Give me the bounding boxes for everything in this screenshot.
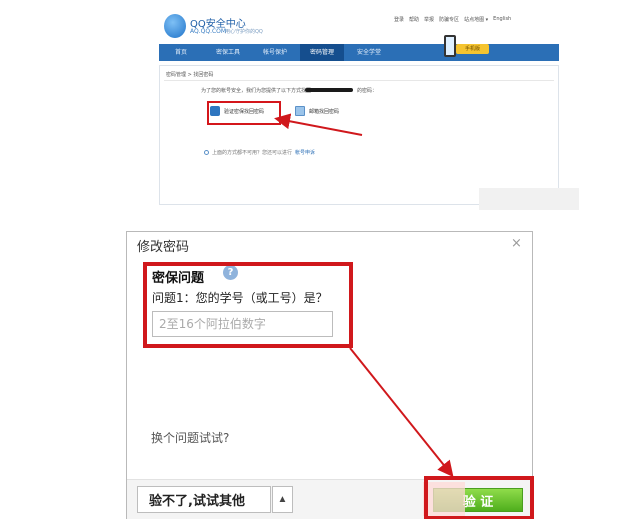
content-panel: 密码管理 > 找回密码 为了您的帐号安全，我们为您提供了以下方式找回 的密码： … <box>159 65 559 205</box>
intro-tail-text: 的密码： <box>357 88 378 94</box>
mobile-version-label: 手机版 <box>456 44 489 54</box>
phone-icon <box>444 35 456 57</box>
mail-icon <box>295 106 305 116</box>
qq-security-center-screenshot: QQ安全中心 AQ.QQ.COM 用心守护你的QQ 登录 帮助 举报 防骗专区 … <box>149 8 579 223</box>
site-slogan: 用心守护你的QQ <box>225 29 263 35</box>
mobile-version-badge[interactable]: 手机版 <box>440 35 492 61</box>
switch-question-link[interactable]: 换个问题试试? <box>151 429 229 446</box>
redacted-account <box>305 88 353 92</box>
chevron-up-icon[interactable]: ▲ <box>272 486 293 513</box>
dialog-title: 修改密码 <box>137 240 190 255</box>
qq-logo-icon <box>164 14 186 38</box>
nav-item-password-management[interactable]: 密码管理 <box>300 44 344 61</box>
nav-item-security-tools[interactable]: 密保工具 <box>206 44 250 61</box>
top-link-login[interactable]: 登录 <box>394 16 404 23</box>
faded-area <box>479 188 579 210</box>
bottom-note-text: 上面的方式都不可用？您还可以进行 <box>212 150 293 156</box>
option-email-recovery-label: 邮箱找回密码 <box>309 108 340 115</box>
top-link-help[interactable]: 帮助 <box>409 16 419 23</box>
change-password-dialog: 修改密码 × 密保问题 ? 问题1：您的学号（或工号）是？ 换个问题试试? 验不… <box>126 231 534 519</box>
top-link-sitemap[interactable]: 站点地图 ▾ <box>464 16 488 23</box>
divider <box>164 80 554 81</box>
top-link-report[interactable]: 举报 <box>424 16 434 23</box>
nav-item-account-protection[interactable]: 帐号保护 <box>253 44 297 61</box>
highlight-box-verify-button <box>424 476 534 519</box>
site-domain: AQ.QQ.COM <box>190 28 227 35</box>
top-link-antifraud[interactable]: 防骗专区 <box>439 16 459 23</box>
account-appeal-link[interactable]: 帐号申诉 <box>295 149 315 156</box>
highlight-box-question <box>143 262 353 348</box>
nav-item-security-school[interactable]: 安全学堂 <box>347 44 391 61</box>
top-link-english[interactable]: English <box>493 16 511 23</box>
try-other-button[interactable]: 验不了,试试其他 <box>137 486 271 513</box>
info-icon <box>204 150 209 155</box>
top-links: 登录 帮助 举报 防骗专区 站点地图 ▾ English <box>394 16 511 23</box>
option-email-recovery[interactable]: 邮箱找回密码 <box>295 106 339 116</box>
intro-text: 为了您的帐号安全，我们为您提供了以下方式找回 <box>201 88 312 94</box>
highlight-box-verify-option <box>207 101 281 125</box>
bottom-note: 上面的方式都不可用？您还可以进行 帐号申诉 <box>204 149 315 156</box>
close-icon[interactable]: × <box>511 236 522 251</box>
breadcrumb: 密码管理 > 找回密码 <box>166 72 214 78</box>
nav-item-home[interactable]: 首页 <box>159 44 203 61</box>
main-nav: 首页 密保工具 帐号保护 密码管理 安全学堂 <box>159 44 559 61</box>
